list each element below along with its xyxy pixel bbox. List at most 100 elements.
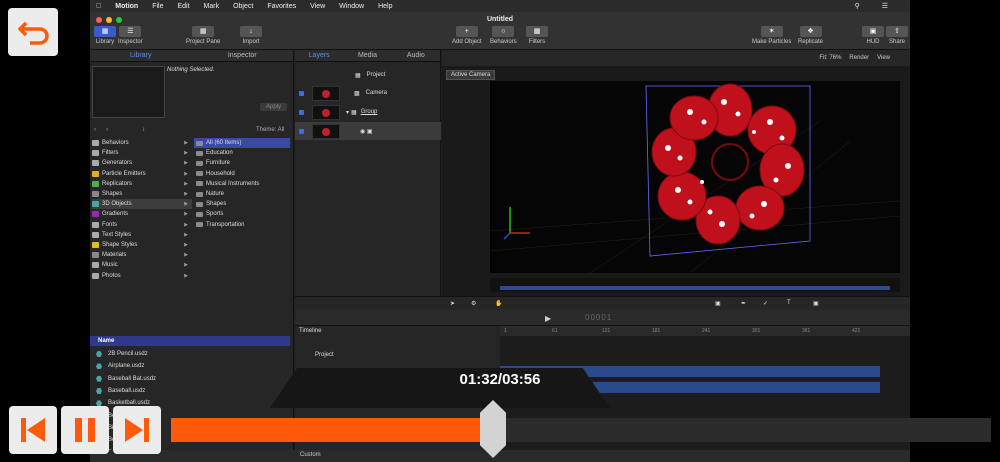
hud-button[interactable]: ▣ HUD bbox=[862, 26, 884, 45]
pause-button[interactable] bbox=[61, 406, 109, 454]
project-pane-button[interactable]: ▦ Project Pane bbox=[186, 26, 220, 45]
layer-camera[interactable]: ▩ Camera bbox=[295, 84, 441, 102]
library-category-item[interactable]: Shapes ▶ bbox=[92, 189, 192, 199]
object-visibility-checkbox[interactable] bbox=[299, 128, 304, 134]
library-category-item[interactable]: Materials ▶ bbox=[92, 250, 192, 260]
menu-help[interactable]: Help bbox=[378, 3, 392, 10]
tab-audio[interactable]: Audio bbox=[392, 50, 440, 61]
make-particles-button[interactable]: ✶ Make Particles bbox=[752, 26, 791, 45]
library-category-item[interactable]: Text Styles ▶ bbox=[92, 230, 192, 240]
control-center-icon[interactable]: ☰ bbox=[882, 2, 888, 10]
video-progress-fill bbox=[171, 418, 493, 442]
plus-icon: + bbox=[455, 26, 478, 37]
import-button[interactable]: ↓ Import bbox=[240, 26, 262, 45]
inspector-button[interactable]: ☰ Inspector bbox=[118, 26, 143, 45]
timeline-ruler[interactable]: 1 61 121 181 241 301 361 421 bbox=[500, 326, 910, 336]
library-subcategory-item[interactable]: Nature bbox=[194, 189, 290, 199]
library-category-item[interactable]: Generators ▶ bbox=[92, 158, 192, 168]
active-camera-dropdown[interactable]: Active Camera bbox=[446, 70, 496, 80]
layer-project[interactable]: ▦ Project bbox=[295, 66, 441, 84]
3d-transform-icon[interactable]: ⚙ bbox=[471, 300, 476, 307]
theme-popup[interactable]: Theme: All bbox=[256, 127, 284, 133]
menu-mark[interactable]: Mark bbox=[204, 3, 220, 10]
tab-layers[interactable]: Layers bbox=[295, 50, 343, 61]
select-tool-icon[interactable]: ➤ bbox=[450, 300, 455, 307]
file-name: 2B Pencil.usdz bbox=[108, 351, 148, 358]
play-icon[interactable]: ▶ bbox=[545, 314, 551, 323]
library-subcategory-item[interactable]: Sports bbox=[194, 209, 290, 219]
library-category-item[interactable]: Replicators ▶ bbox=[92, 179, 192, 189]
menu-window[interactable]: Window bbox=[339, 3, 364, 10]
shape-tool-icon[interactable]: ▣ bbox=[715, 300, 721, 307]
library-subcategory-item[interactable]: Transportation bbox=[194, 220, 290, 230]
hud-icon: ▣ bbox=[862, 26, 884, 37]
forward-arrow-icon[interactable]: › bbox=[106, 127, 108, 133]
tab-library[interactable]: Library bbox=[90, 50, 192, 61]
library-category-item[interactable]: 3D Objects ▶ bbox=[92, 199, 192, 210]
library-category-item[interactable]: Particle Emitters ▶ bbox=[92, 169, 192, 179]
menu-motion[interactable]: Motion bbox=[115, 3, 138, 10]
back-button[interactable] bbox=[8, 8, 58, 56]
disclosure-triangle-icon[interactable]: ▾ bbox=[346, 109, 349, 116]
library-category-item[interactable]: Fonts ▶ bbox=[92, 220, 192, 230]
timeline-zoom-popup[interactable]: Custom bbox=[300, 452, 321, 458]
files-column-header[interactable]: Name bbox=[90, 336, 290, 346]
library-category-item[interactable]: Gradients ▶ bbox=[92, 209, 192, 219]
add-object-button[interactable]: + Add Object bbox=[452, 26, 482, 45]
mask-tool-icon[interactable]: ▣ bbox=[813, 300, 819, 307]
replicate-button[interactable]: ❖ Replicate bbox=[798, 26, 823, 45]
paint-tool-icon[interactable]: ✓ bbox=[763, 300, 768, 307]
hand-tool-icon[interactable]: ✋ bbox=[495, 300, 502, 307]
subcategory-label: Shapes bbox=[206, 201, 227, 208]
status-bar: Custom bbox=[90, 450, 910, 462]
back-arrow-icon[interactable]: ‹ bbox=[94, 127, 96, 133]
pen-tool-icon[interactable]: ✒ bbox=[741, 300, 746, 307]
library-category-item[interactable]: Photos ▶ bbox=[92, 270, 192, 280]
library-subcategory-item[interactable]: All (60 Items) bbox=[194, 138, 290, 149]
menu-file[interactable]: File bbox=[152, 3, 163, 10]
menu-favorites[interactable]: Favorites bbox=[267, 3, 296, 10]
tab-media[interactable]: Media bbox=[343, 50, 391, 61]
library-subcategory-item[interactable]: Shapes bbox=[194, 199, 290, 209]
search-icon[interactable]: ⚲ bbox=[855, 2, 860, 10]
view-menu[interactable]: View bbox=[877, 55, 890, 61]
file-list-item[interactable]: 2B Pencil.usdz bbox=[96, 348, 156, 360]
skip-back-button[interactable] bbox=[9, 406, 57, 454]
share-button[interactable]: ⇧ Share bbox=[886, 26, 908, 45]
3d-flower-object[interactable] bbox=[490, 81, 900, 273]
library-subcategory-item[interactable]: Furniture bbox=[194, 158, 290, 168]
chevron-right-icon: ▶ bbox=[184, 160, 188, 167]
layer-group[interactable]: ▾ ▦ Group bbox=[295, 103, 441, 121]
apple-icon[interactable]:  bbox=[96, 3, 101, 10]
video-time: 01:32/03:56 bbox=[459, 371, 541, 388]
timecode-display[interactable]: 00001 bbox=[585, 313, 612, 322]
filters-button[interactable]: ▩ Filters bbox=[526, 26, 548, 45]
menu-view[interactable]: View bbox=[310, 3, 325, 10]
menu-edit[interactable]: Edit bbox=[177, 3, 189, 10]
library-category-item[interactable]: Behaviors ▶ bbox=[92, 138, 192, 148]
subcategory-label: Sports bbox=[206, 211, 224, 218]
library-category-item[interactable]: Filters ▶ bbox=[92, 148, 192, 158]
library-category-item[interactable]: Shape Styles ▶ bbox=[92, 240, 192, 250]
layer-3d-object[interactable]: ◉ ▣ bbox=[295, 122, 441, 140]
path-popup-icon[interactable]: ↕ bbox=[142, 127, 145, 133]
library-subcategory-item[interactable]: Education bbox=[194, 148, 290, 158]
library-button[interactable]: ▦ Library bbox=[94, 26, 116, 45]
render-menu[interactable]: Render bbox=[849, 55, 869, 61]
canvas-viewport[interactable] bbox=[490, 81, 900, 273]
group-visibility-checkbox[interactable] bbox=[299, 109, 304, 115]
library-subcategory-item[interactable]: Household bbox=[194, 169, 290, 179]
library-category-item[interactable]: Music ▶ bbox=[92, 260, 192, 270]
behaviors-button[interactable]: ○ Behaviors bbox=[490, 26, 517, 45]
mini-timeline[interactable] bbox=[490, 278, 900, 292]
text-tool-icon[interactable]: T bbox=[787, 300, 791, 306]
zoom-level[interactable]: Fit: 76% bbox=[819, 55, 841, 61]
tab-inspector[interactable]: Inspector bbox=[192, 50, 294, 61]
axis-gizmo[interactable] bbox=[503, 207, 530, 240]
apply-button[interactable]: Apply bbox=[260, 103, 288, 111]
skip-forward-button[interactable] bbox=[113, 406, 161, 454]
menu-object[interactable]: Object bbox=[233, 3, 253, 10]
category-label: Music bbox=[102, 262, 118, 269]
camera-visibility-checkbox[interactable] bbox=[299, 90, 304, 96]
library-subcategory-item[interactable]: Musical Instruments bbox=[194, 179, 290, 189]
